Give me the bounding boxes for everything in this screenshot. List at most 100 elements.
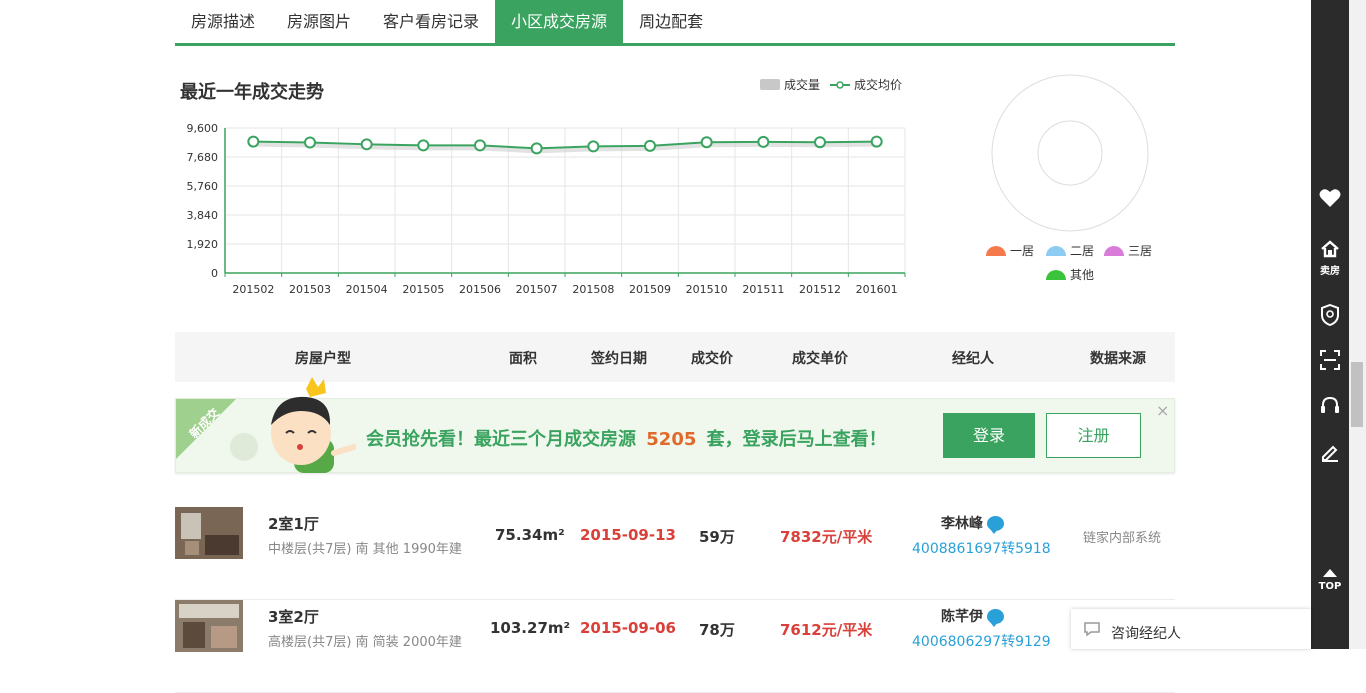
row-area: 75.34m² bbox=[495, 526, 565, 544]
row-unit-price: 7612元/平米 bbox=[780, 621, 873, 639]
col-area: 面积 bbox=[509, 351, 537, 367]
legend-avg-price[interactable]: 成交均价 bbox=[830, 76, 902, 93]
row-area: 103.27m² bbox=[490, 619, 571, 637]
member-promo-banner: 新成交 会员抢先看！最近三个月成交房源 5205 套，登录后马上查看！ 登录 注… bbox=[175, 377, 1175, 473]
security-button[interactable] bbox=[1311, 303, 1349, 330]
headset-icon bbox=[1321, 396, 1339, 413]
feedback-button[interactable] bbox=[1311, 442, 1349, 466]
donut-legend-label: 三居 bbox=[1128, 244, 1153, 258]
chat-icon[interactable] bbox=[987, 515, 1004, 534]
donut-legend-label: 二居 bbox=[1070, 244, 1095, 258]
sell-house-button[interactable]: 卖房 bbox=[1311, 240, 1349, 277]
scrollbar-thumb[interactable] bbox=[1351, 362, 1363, 427]
x-tick-label: 201503 bbox=[289, 283, 331, 296]
donut-legend-label: 其他 bbox=[1070, 268, 1095, 282]
x-tick-label: 201505 bbox=[402, 283, 444, 296]
fan-icon bbox=[1104, 245, 1124, 256]
row-agent: 陈芊伊 bbox=[941, 606, 1004, 627]
agent-name[interactable]: 李林峰 bbox=[941, 513, 983, 533]
scan-icon bbox=[1320, 350, 1340, 370]
data-point bbox=[530, 142, 543, 155]
legend-avg-swatch bbox=[830, 80, 851, 89]
data-point bbox=[360, 138, 373, 151]
data-point bbox=[644, 139, 656, 152]
data-point bbox=[247, 135, 260, 148]
legend-volume-swatch bbox=[760, 79, 780, 90]
register-button[interactable]: 注册 bbox=[1046, 413, 1141, 458]
y-tick-label: 9,600 bbox=[187, 122, 219, 135]
row-date: 2015-09-13 bbox=[580, 526, 676, 544]
deals-table-header: 房屋户型 面积 签约日期 成交价 成交单价 经纪人 数据来源 bbox=[175, 332, 1175, 382]
arrow-up-icon bbox=[1323, 569, 1337, 577]
donut-legend-other[interactable]: 其他 bbox=[1046, 266, 1094, 283]
tab-description[interactable]: 房源描述 bbox=[175, 0, 271, 43]
row-phone[interactable]: 4006806297转9129 bbox=[912, 631, 1051, 651]
data-point bbox=[870, 135, 883, 148]
table-row[interactable]: 3室2厅 高楼层(共7层) 南 简装 2000年建 103.27m² 2015-… bbox=[175, 600, 1175, 693]
chart-legend: 成交量 成交均价 bbox=[760, 76, 902, 93]
x-tick-label: 201511 bbox=[742, 283, 784, 296]
row-price: 59万 bbox=[699, 528, 735, 546]
tab-surroundings[interactable]: 周边配套 bbox=[623, 0, 719, 43]
x-tick-label: 201508 bbox=[572, 283, 614, 296]
shield-icon bbox=[1321, 303, 1339, 327]
favorite-button[interactable] bbox=[1311, 188, 1349, 212]
table-row[interactable]: 2室1厅 中楼层(共7层) 南 其他 1990年建 75.34m² 2015-0… bbox=[175, 507, 1175, 600]
top-label: TOP bbox=[1318, 581, 1342, 592]
heart-icon bbox=[1319, 189, 1341, 207]
col-unit-price: 成交单价 bbox=[792, 351, 848, 367]
y-tick-label: 3,840 bbox=[187, 209, 219, 222]
row-details: 中楼层(共7层) 南 其他 1990年建 bbox=[268, 542, 462, 557]
donut-legend-3br[interactable]: 三居 bbox=[1104, 242, 1152, 259]
layout-donut-chart bbox=[991, 74, 1149, 232]
support-button[interactable] bbox=[1311, 396, 1349, 420]
sell-label: 卖房 bbox=[1320, 266, 1340, 277]
x-tick-label: 201510 bbox=[686, 283, 728, 296]
close-icon[interactable]: × bbox=[1156, 401, 1169, 420]
tab-community-deals[interactable]: 小区成交房源 bbox=[495, 0, 624, 43]
scan-button[interactable] bbox=[1311, 350, 1349, 374]
login-button[interactable]: 登录 bbox=[943, 413, 1035, 458]
row-details: 高楼层(共7层) 南 简装 2000年建 bbox=[268, 635, 462, 650]
data-point bbox=[417, 139, 430, 152]
data-point bbox=[757, 135, 770, 148]
chat-icon[interactable] bbox=[987, 608, 1004, 627]
tab-photos[interactable]: 房源图片 bbox=[271, 0, 367, 43]
donut-legend-1br[interactable]: 一居 bbox=[986, 242, 1034, 259]
x-tick-label: 201507 bbox=[516, 283, 558, 296]
row-source: 链家内部系统 bbox=[1083, 531, 1162, 546]
house-thumbnail[interactable] bbox=[175, 507, 243, 559]
agent-name[interactable]: 陈芊伊 bbox=[941, 606, 983, 626]
x-tick-label: 201601 bbox=[856, 283, 898, 296]
right-toolbar: 卖房 TOP bbox=[1311, 0, 1349, 649]
x-tick-label: 201512 bbox=[799, 283, 841, 296]
col-date: 签约日期 bbox=[591, 351, 647, 367]
mascot-illustration bbox=[230, 377, 356, 473]
row-agent: 李林峰 bbox=[941, 513, 1004, 534]
row-layout[interactable]: 2室1厅 bbox=[268, 513, 319, 534]
y-tick-label: 1,920 bbox=[187, 238, 219, 251]
promo-text-before: 会员抢先看！最近三个月成交房源 bbox=[366, 429, 636, 450]
x-tick-label: 201504 bbox=[346, 283, 388, 296]
y-tick-label: 7,680 bbox=[187, 151, 219, 164]
chat-icon bbox=[1084, 622, 1100, 637]
row-phone[interactable]: 4008861697转5918 bbox=[912, 538, 1051, 558]
donut-legend-label: 一居 bbox=[1010, 244, 1035, 258]
tab-bar: 房源描述 房源图片 客户看房记录 小区成交房源 周边配套 bbox=[175, 0, 1175, 46]
house-thumbnail[interactable] bbox=[175, 600, 243, 652]
tab-viewing-records[interactable]: 客户看房记录 bbox=[367, 0, 495, 43]
edit-icon bbox=[1322, 445, 1338, 462]
fan-icon bbox=[986, 245, 1006, 256]
x-tick-label: 201506 bbox=[459, 283, 501, 296]
donut-legend-2br[interactable]: 二居 bbox=[1046, 242, 1094, 259]
row-layout[interactable]: 3室2厅 bbox=[268, 606, 319, 627]
back-to-top-button[interactable]: TOP bbox=[1311, 562, 1349, 592]
x-tick-label: 201509 bbox=[629, 283, 671, 296]
house-icon bbox=[1321, 240, 1339, 258]
promo-message: 会员抢先看！最近三个月成交房源 5205 套，登录后马上查看！ bbox=[366, 425, 887, 451]
fan-icon bbox=[1046, 269, 1066, 280]
scrollbar[interactable] bbox=[1349, 0, 1366, 649]
row-unit-price: 7832元/平米 bbox=[780, 528, 873, 546]
legend-volume[interactable]: 成交量 bbox=[760, 76, 820, 93]
consult-agent-button[interactable]: 咨询经纪人 bbox=[1071, 609, 1311, 649]
